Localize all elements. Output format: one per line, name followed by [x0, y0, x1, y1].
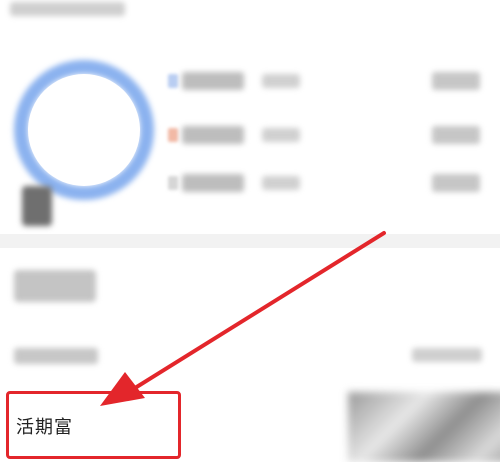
legend-name: [182, 174, 244, 192]
page-title: [10, 2, 125, 16]
legend-name: [182, 72, 244, 90]
legend-dot: [168, 74, 178, 88]
list-item[interactable]: [0, 340, 500, 374]
legend-name: [182, 126, 244, 144]
legend-amount: [432, 72, 480, 90]
legend-dot: [168, 128, 178, 142]
highlight-box: [6, 391, 181, 459]
legend-row[interactable]: [168, 120, 488, 150]
product-row[interactable]: 活期富: [0, 388, 500, 462]
section-heading: [14, 270, 96, 302]
legend-amount: [432, 126, 480, 144]
screen: 活期富: [0, 0, 500, 462]
section-divider: [0, 234, 500, 248]
legend-percent: [262, 74, 300, 88]
legend-percent: [262, 176, 300, 190]
legend-row[interactable]: [168, 168, 488, 198]
donut-center: [28, 74, 140, 186]
chart-marker: [22, 186, 52, 226]
donut-chart: [14, 60, 154, 200]
legend-percent: [262, 128, 300, 142]
list-item-label: [14, 348, 98, 364]
product-thumbnail: [348, 392, 500, 462]
legend-dot: [168, 176, 178, 190]
legend-row[interactable]: [168, 66, 488, 96]
list-item-value: [412, 348, 482, 362]
legend-amount: [432, 174, 480, 192]
